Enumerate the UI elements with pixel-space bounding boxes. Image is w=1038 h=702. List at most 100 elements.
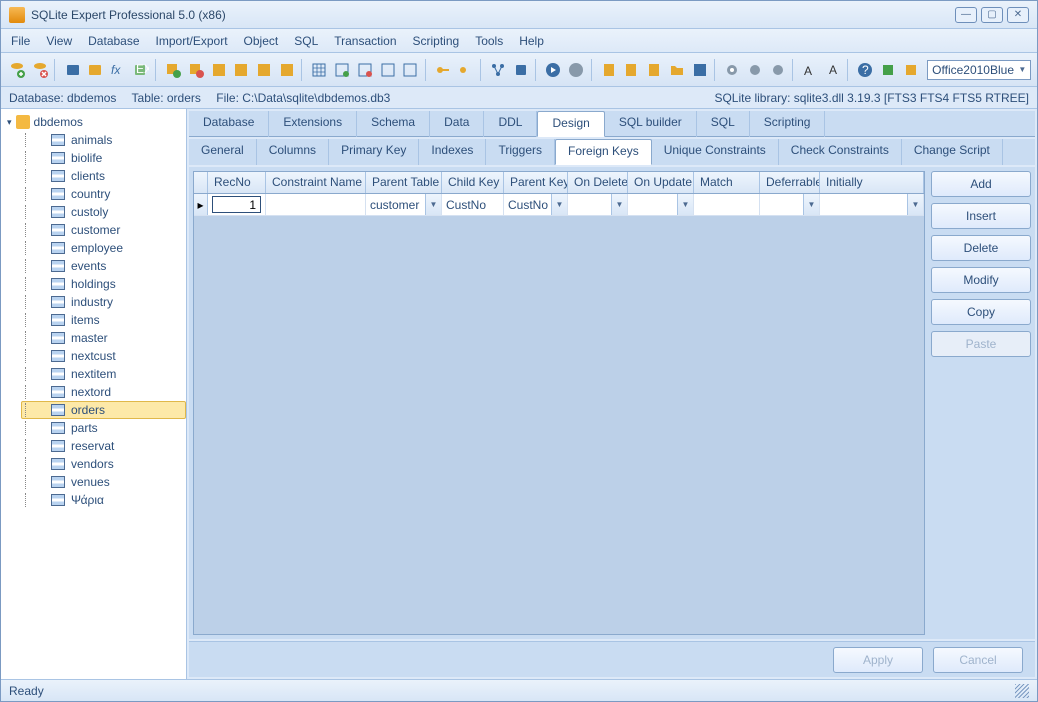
grid-icon-2[interactable] [332,59,353,81]
cell-deferrable[interactable]: ▼ [760,194,820,215]
tree-icon-2[interactable] [511,59,532,81]
menu-tools[interactable]: Tools [475,34,503,48]
tree-item-venues[interactable]: venues [21,473,186,491]
dropdown-icon[interactable]: ▼ [677,194,693,215]
tree-item-nextcust[interactable]: nextcust [21,347,186,365]
cell-match[interactable] [694,194,760,215]
menu-view[interactable]: View [46,34,72,48]
col-header-on-update[interactable]: On Update [628,172,694,193]
tab-sql[interactable]: SQL [697,111,750,137]
update-icon[interactable] [878,59,899,81]
tab-ddl[interactable]: DDL [484,111,537,137]
grid-icon-5[interactable] [400,59,421,81]
tree-item-Ψάρια[interactable]: Ψάρια [21,491,186,509]
cell-initially[interactable]: ▼ [820,194,924,215]
toolbar-icon-5[interactable] [254,59,275,81]
insert-button[interactable]: Insert [931,203,1031,229]
tab-schema[interactable]: Schema [357,111,430,137]
subtab-indexes[interactable]: Indexes [419,139,486,165]
script-icon-3[interactable] [644,59,665,81]
toolbar-icon-4[interactable] [231,59,252,81]
maximize-button[interactable]: ▢ [981,7,1003,23]
tree-item-parts[interactable]: parts [21,419,186,437]
subtab-primary-key[interactable]: Primary Key [329,139,419,165]
cancel-button[interactable]: Cancel [933,647,1023,673]
tab-database[interactable]: Database [189,111,269,137]
folder-icon[interactable] [666,59,687,81]
apply-button[interactable]: Apply [833,647,923,673]
tree-item-animals[interactable]: animals [21,131,186,149]
tab-scripting[interactable]: Scripting [750,111,826,137]
dropdown-icon[interactable]: ▼ [551,194,567,215]
tree-item-biolife[interactable]: biolife [21,149,186,167]
tab-sql-builder[interactable]: SQL builder [605,111,697,137]
menu-object[interactable]: Object [244,34,279,48]
col-header-on-delete[interactable]: On Delete [568,172,628,193]
modify-button[interactable]: Modify [931,267,1031,293]
tree-item-vendors[interactable]: vendors [21,455,186,473]
gear-icon-2[interactable] [744,59,765,81]
add-button[interactable]: Add [931,171,1031,197]
col-header-recno[interactable]: RecNo [208,172,266,193]
toolbar-icon-1[interactable] [62,59,83,81]
row-header-blank[interactable] [194,172,208,193]
menu-file[interactable]: File [11,34,30,48]
subtab-triggers[interactable]: Triggers [486,139,555,165]
col-header-initially[interactable]: Initially [820,172,924,193]
tree-item-clients[interactable]: clients [21,167,186,185]
script-icon-1[interactable] [598,59,619,81]
font-small-icon[interactable]: A [822,59,843,81]
col-header-match[interactable]: Match [694,172,760,193]
tree-item-holdings[interactable]: holdings [21,275,186,293]
copy-button[interactable]: Copy [931,299,1031,325]
toolbar-icon-2[interactable] [85,59,106,81]
tree-item-items[interactable]: items [21,311,186,329]
tree-item-nextitem[interactable]: nextitem [21,365,186,383]
script-icon-2[interactable] [621,59,642,81]
cell-on-update[interactable]: ▼ [628,194,694,215]
menu-help[interactable]: Help [519,34,544,48]
subtab-foreign-keys[interactable]: Foreign Keys [555,139,652,165]
col-header-child-key[interactable]: Child Key [442,172,504,193]
cell-on-delete[interactable]: ▼ [568,194,628,215]
db-add-icon[interactable] [7,59,28,81]
gear-icon-3[interactable] [767,59,788,81]
stop-icon[interactable] [566,59,587,81]
toolbar-icon-3[interactable] [208,59,229,81]
tree-item-orders[interactable]: orders [21,401,186,419]
recno-input[interactable] [212,196,261,213]
play-icon[interactable] [543,59,564,81]
key-icon[interactable] [433,59,454,81]
gear-icon[interactable] [722,59,743,81]
db-remove-icon[interactable] [30,59,51,81]
col-header-deferrable[interactable]: Deferrable [760,172,820,193]
table-row[interactable]: ▸ customer▼ CustNo CustNo▼ ▼ ▼ ▼ ▼ [194,194,924,216]
cell-parent-key[interactable]: CustNo▼ [504,194,568,215]
menu-transaction[interactable]: Transaction [334,34,396,48]
subtab-change-script[interactable]: Change Script [902,139,1003,165]
menu-database[interactable]: Database [88,34,139,48]
tab-extensions[interactable]: Extensions [269,111,357,137]
exit-icon[interactable]: EXIT [130,59,151,81]
dropdown-icon[interactable]: ▼ [803,194,819,215]
menu-importexport[interactable]: Import/Export [156,34,228,48]
tab-data[interactable]: Data [430,111,484,137]
grid-icon-4[interactable] [377,59,398,81]
save-icon[interactable] [689,59,710,81]
toolbar-icon-6[interactable] [277,59,298,81]
subtab-columns[interactable]: Columns [257,139,329,165]
collapse-icon[interactable]: ▾ [7,117,12,128]
grid-icon-1[interactable] [309,59,330,81]
grid-icon-3[interactable] [355,59,376,81]
minimize-button[interactable]: — [955,7,977,23]
toolbar-fx-icon[interactable]: fx [108,59,129,81]
about-icon[interactable] [900,59,921,81]
menu-scripting[interactable]: Scripting [413,34,460,48]
col-header-parent-key[interactable]: Parent Key [504,172,568,193]
tree-item-industry[interactable]: industry [21,293,186,311]
dropdown-icon[interactable]: ▼ [611,194,627,215]
tree-item-country[interactable]: country [21,185,186,203]
subtab-general[interactable]: General [189,139,257,165]
table-add-icon[interactable] [163,59,184,81]
tree-item-reservat[interactable]: reservat [21,437,186,455]
